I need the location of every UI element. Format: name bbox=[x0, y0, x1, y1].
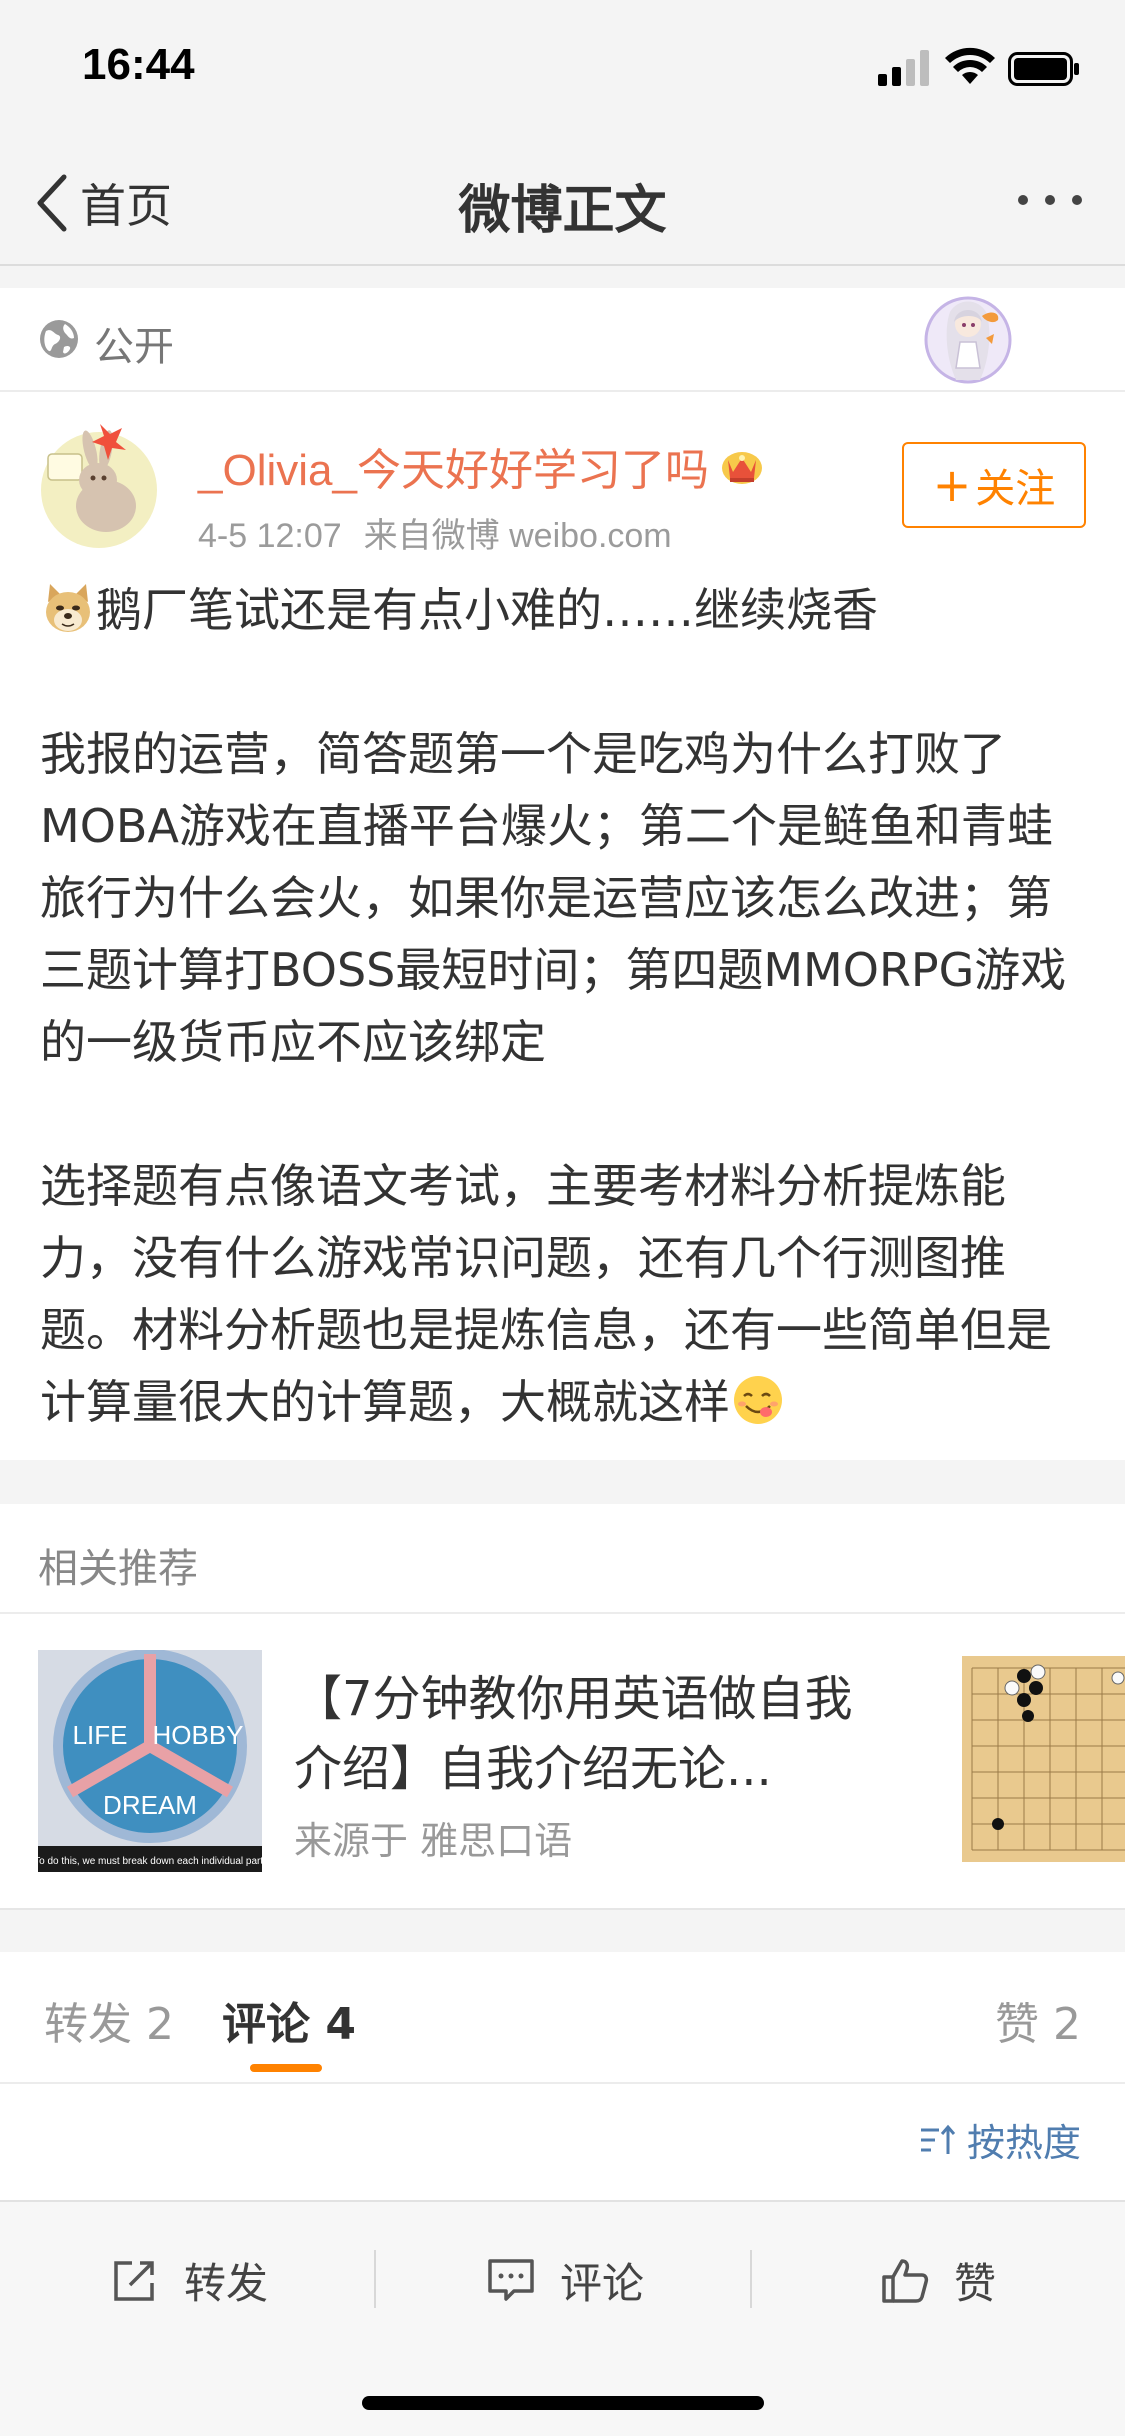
thumbnail-graphic: LIFE HOBBY DREAM To do this, we must bre… bbox=[38, 1650, 262, 1872]
user-avatar[interactable] bbox=[38, 420, 160, 550]
follow-label: 关注 bbox=[975, 466, 1056, 512]
sort-label: 按热度 bbox=[966, 2121, 1081, 2165]
crown-badge-icon bbox=[721, 452, 762, 484]
post-source: 来自微博 weibo.com bbox=[363, 517, 672, 555]
post-paragraph-3-text: 选择题有点像语文考试，主要考材料分析提炼能力，没有什么游戏常识问题，还有几个行测… bbox=[40, 1159, 1052, 1429]
sort-icon bbox=[920, 2124, 956, 2154]
post-paragraph-1-text: 鹅厂笔试还是有点小难的……继续烧香 bbox=[96, 583, 878, 637]
cellular-signal-icon bbox=[878, 50, 929, 86]
go-board-thumbnail[interactable] bbox=[958, 1648, 1125, 1878]
status-bar: 16:44 bbox=[0, 0, 1125, 140]
post-date: 4-5 12:07 bbox=[198, 517, 342, 555]
follow-button[interactable]: + 关注 bbox=[902, 442, 1086, 528]
sort-by-hot-button[interactable]: 按热度 bbox=[917, 2112, 1081, 2167]
active-tab-indicator bbox=[250, 2064, 322, 2072]
related-card[interactable]: LIFE HOBBY DREAM To do this, we must bre… bbox=[0, 1614, 1125, 1910]
comment-button[interactable]: 评论 bbox=[486, 2240, 644, 2320]
wifi-icon bbox=[945, 47, 995, 84]
thumbs-up-icon bbox=[882, 2259, 929, 2303]
repost-label: 转发 bbox=[184, 2258, 269, 2308]
visibility-row: 公开 bbox=[0, 288, 1125, 392]
comment-icon bbox=[488, 2259, 534, 2301]
post-tabs: 转发 2 评论 4 赞 2 bbox=[0, 1952, 1125, 2084]
plus-icon: + bbox=[932, 458, 972, 512]
tab-likes[interactable]: 赞 2 bbox=[995, 1988, 1081, 2052]
thumbnail-word-2: HOBBY bbox=[152, 1720, 243, 1750]
related-header: 相关推荐 bbox=[0, 1504, 1125, 1614]
tab-reposts[interactable]: 转发 2 bbox=[44, 1988, 174, 2052]
toolbar-divider bbox=[750, 2250, 752, 2308]
decorative-avatar-image bbox=[924, 296, 1012, 384]
toolbar-divider bbox=[374, 2250, 376, 2308]
post-meta: 4-5 12:07 来自微博 weibo.com bbox=[198, 508, 672, 557]
page-title: 微博正文 bbox=[458, 181, 667, 241]
post-paragraph-3: 选择题有点像语文考试，主要考材料分析提炼能力，没有什么游戏常识问题，还有几个行测… bbox=[40, 1150, 1090, 1438]
tab-comments[interactable]: 评论 4 bbox=[222, 1988, 356, 2052]
share-icon bbox=[114, 2261, 154, 2301]
related-source: 来源于 雅思口语 bbox=[294, 1819, 573, 1863]
status-time: 16:44 bbox=[82, 40, 195, 89]
post-text: 鹅厂笔试还是有点小难的……继续烧香 我报的运营，简答题第一个是吃鸡为什么打败了M… bbox=[40, 574, 1090, 1438]
visibility-label: 公开 bbox=[94, 324, 174, 370]
related-title[interactable]: 【7分钟教你用英语做自我介绍】自我介绍无论... bbox=[294, 1664, 874, 1804]
more-icon[interactable] bbox=[1015, 190, 1085, 210]
like-button[interactable]: 赞 bbox=[880, 2240, 996, 2320]
thumbnail-word-1: LIFE bbox=[73, 1720, 128, 1750]
post-paragraph-2: 我报的运营，简答题第一个是吃鸡为什么打败了MOBA游戏在直播平台爆火；第二个是鲢… bbox=[40, 727, 1067, 1069]
comment-label: 评论 bbox=[560, 2258, 645, 2308]
thumbnail-word-3: DREAM bbox=[103, 1790, 197, 1820]
repost-button[interactable]: 转发 bbox=[110, 2240, 268, 2320]
yummy-face-emoji-icon bbox=[734, 1376, 782, 1424]
related-heading: 相关推荐 bbox=[38, 1546, 198, 1592]
username-text: _Olivia_今天好好学习了吗 bbox=[198, 446, 709, 495]
doge-emoji-icon bbox=[46, 584, 90, 632]
related-video-thumbnail[interactable]: LIFE HOBBY DREAM To do this, we must bre… bbox=[38, 1650, 262, 1872]
post-paragraph-1: 鹅厂笔试还是有点小难的……继续烧香 bbox=[40, 574, 1090, 646]
battery-icon bbox=[1008, 52, 1079, 86]
nav-bar: 首页 微博正文 bbox=[0, 140, 1125, 266]
sort-row: 按热度 bbox=[0, 2084, 1125, 2200]
thumbnail-caption: To do this, we must break down each indi… bbox=[38, 1856, 262, 1867]
like-label: 赞 bbox=[954, 2258, 997, 2308]
username-link[interactable]: _Olivia_今天好好学习了吗 bbox=[198, 434, 765, 498]
home-indicator[interactable] bbox=[362, 2396, 764, 2410]
globe-icon bbox=[40, 320, 78, 358]
post-card: _Olivia_今天好好学习了吗 4-5 12:07 来自微博 weibo.com… bbox=[0, 392, 1125, 1460]
